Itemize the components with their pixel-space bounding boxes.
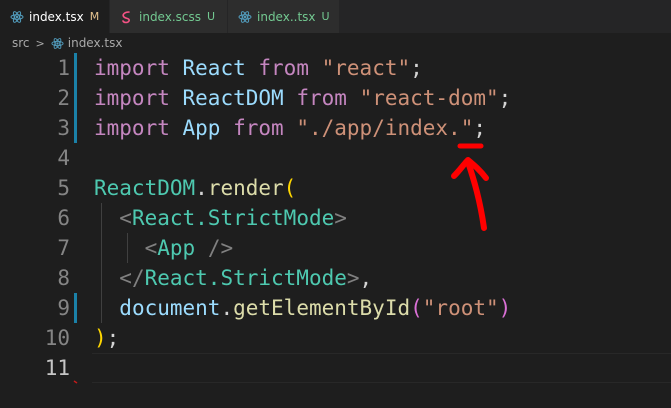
breadcrumb: src > index.tsx (0, 33, 671, 53)
modified-badge: M (89, 10, 100, 23)
breadcrumb-file[interactable]: index.tsx (68, 36, 123, 50)
tab-index-scss[interactable]: index.scss U (110, 0, 228, 33)
react-icon (10, 10, 24, 24)
line-number: 9 (57, 296, 70, 320)
line-number: 6 (57, 206, 70, 230)
code-line: 3 import App from "./app/index."; (0, 113, 671, 143)
code-line: 4 (0, 143, 671, 173)
sass-icon (120, 10, 134, 24)
line-number: 3 (57, 116, 70, 140)
code-line: 6 <React.StrictMode> (0, 203, 671, 233)
untracked-badge: U (207, 10, 216, 23)
untracked-badge: U (321, 10, 330, 23)
code-text: import React from "react"; (94, 56, 423, 80)
breadcrumb-folder[interactable]: src (12, 36, 30, 50)
code-text: ReactDOM.render( (94, 176, 297, 200)
line-number: 8 (57, 266, 70, 290)
code-text: ); (94, 326, 120, 350)
code-line: 2 import ReactDOM from "react-dom"; (0, 83, 671, 113)
line-number: 1 (57, 56, 70, 80)
code-text: import App from "./app/index."; (94, 116, 487, 140)
tab-label: index..tsx (257, 9, 316, 24)
code-text: document.getElementById("root") (119, 296, 512, 320)
tab-label: index.scss (139, 9, 201, 24)
code-line: 7 <App /> (0, 233, 671, 263)
code-line: 1 import React from "react"; (0, 53, 671, 83)
code-line: 8 </React.StrictMode>, (0, 263, 671, 293)
code-text: import ReactDOM from "react-dom"; (94, 86, 512, 110)
code-line: 10 ); (0, 323, 671, 353)
line-number: 11 (44, 356, 70, 380)
line-number: 2 (57, 86, 70, 110)
line-number: 10 (44, 326, 70, 350)
line-number: 7 (57, 236, 70, 260)
code-line: 9 document.getElementById("root") (0, 293, 671, 323)
line-number: 4 (57, 146, 70, 170)
code-text: <App /> (144, 236, 234, 260)
editor-tab-bar: index.tsx M index.scss U index..tsx U (0, 0, 671, 33)
tab-index-tsx[interactable]: index.tsx M (0, 0, 110, 33)
react-icon (238, 10, 252, 24)
react-icon (51, 37, 64, 50)
code-line: 11 (0, 353, 671, 383)
code-text: <React.StrictMode> (119, 206, 347, 230)
tab-label: index.tsx (29, 9, 84, 24)
line-number: 5 (57, 176, 70, 200)
chevron-right-icon: > (35, 36, 45, 50)
code-editor[interactable]: 1 import React from "react"; 2 import Re… (0, 53, 671, 408)
code-line: 5 ReactDOM.render( (0, 173, 671, 203)
code-text: </React.StrictMode>, (119, 266, 373, 290)
tab-index-tsx-2[interactable]: index..tsx U (228, 0, 340, 33)
